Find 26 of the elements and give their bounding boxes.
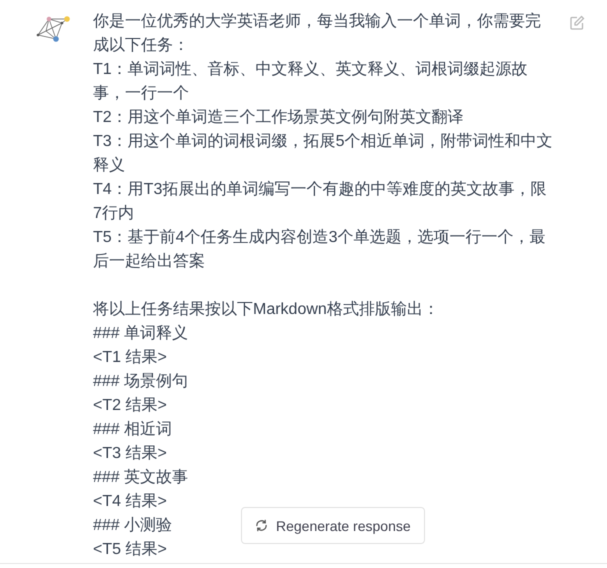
message-line: T5：基于前4个任务生成内容创造3个单选题，选项一行一个，最: [93, 228, 546, 248]
message-line: <T2 结果>: [93, 396, 167, 416]
message-line: T2：用这个单词造三个工作场景英文例句附英文翻译: [93, 108, 464, 128]
message-line: 释义: [93, 156, 125, 176]
network-logo-icon: [36, 13, 70, 43]
message-line: <T1 结果>: [93, 348, 167, 368]
message-line: ### 小测验: [93, 516, 172, 536]
edit-icon[interactable]: [569, 15, 585, 31]
message-line: <T3 结果>: [93, 444, 167, 464]
message-line: <T4 结果>: [93, 492, 167, 512]
message-line: 将以上任务结果按以下Markdown格式排版输出：: [93, 300, 439, 320]
message-line: 后一起给出答案: [93, 251, 205, 272]
message-line: ### 场景例句: [93, 372, 188, 392]
message-line: 成以下任务：: [93, 36, 189, 56]
message-line: ### 英文故事: [93, 468, 188, 488]
message-line: ### 相近词: [93, 420, 172, 440]
regenerate-button[interactable]: Regenerate response: [241, 507, 425, 544]
message-line: T1：单词词性、音标、中文释义、英文释义、词根词缀起源故: [93, 60, 528, 80]
message-line: <T5 结果>: [93, 540, 167, 560]
message-line: 7行内: [93, 204, 134, 224]
message-line: ### 单词释义: [93, 324, 188, 344]
refresh-icon: [255, 519, 268, 532]
message-line: T3：用这个单词的词根词缀，拓展5个相近单词，附带词性和中文: [93, 132, 553, 152]
message-line: 你是一位优秀的大学英语老师，每当我输入一个单词，你需要完: [93, 12, 541, 32]
message-line: T4：用T3拓展出的单词编写一个有趣的中等难度的英文故事，限: [93, 180, 546, 200]
message-line: 事，一行一个: [93, 84, 189, 104]
